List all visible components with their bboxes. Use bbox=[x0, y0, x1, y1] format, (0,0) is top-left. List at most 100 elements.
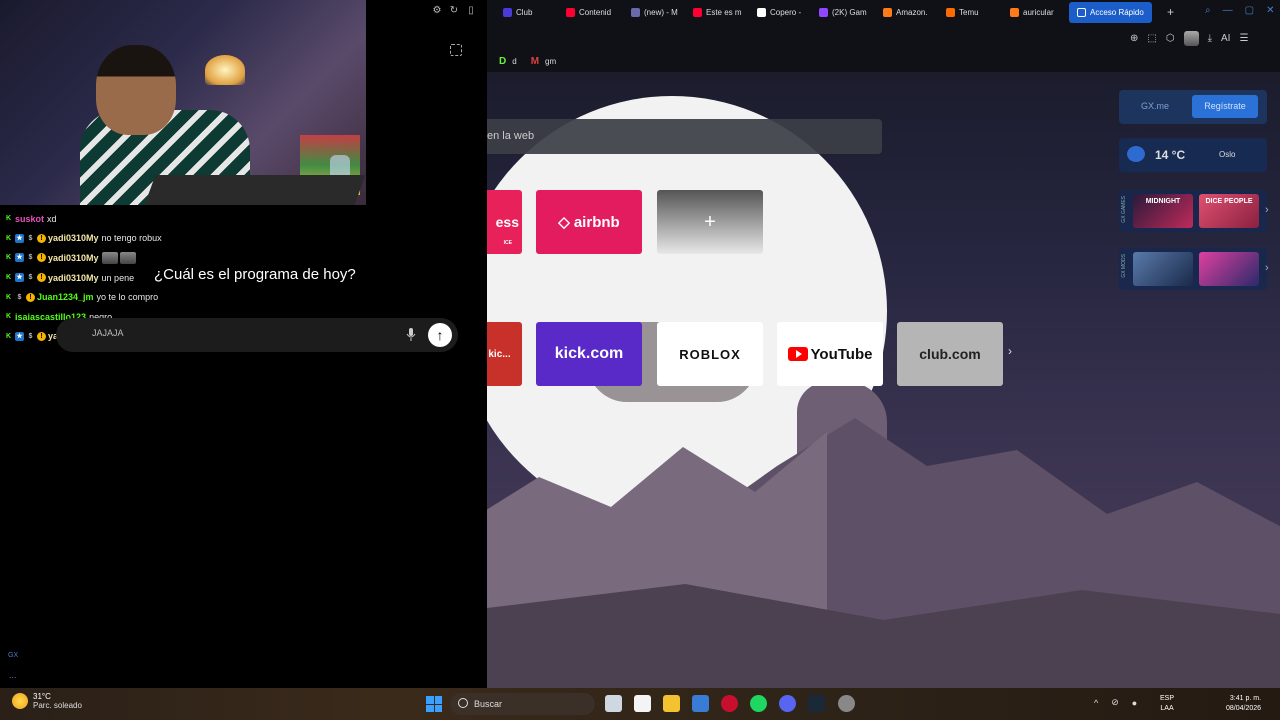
game-thumbnail[interactable]: MIDNIGHT bbox=[1133, 194, 1193, 228]
download-icon[interactable]: ⤓ bbox=[1208, 33, 1212, 44]
gx-logo[interactable]: GX bbox=[8, 652, 18, 659]
file-icon[interactable] bbox=[634, 695, 651, 712]
microphone-icon[interactable] bbox=[406, 328, 416, 342]
weather-city: Oslo bbox=[1219, 150, 1236, 159]
trash-icon[interactable]: ▯ bbox=[466, 6, 476, 16]
tab-favicon-icon bbox=[757, 8, 766, 17]
browser-tab[interactable]: Este es m bbox=[693, 2, 751, 23]
taskbar: 31°C Parc. soleado Buscar ^ ⊘ ● ESP LAA bbox=[0, 688, 1280, 720]
discord-icon[interactable] bbox=[779, 695, 796, 712]
refresh-icon[interactable]: ↻ bbox=[449, 6, 459, 16]
register-button[interactable]: Regístrate bbox=[1192, 95, 1258, 118]
chat-text: yo te lo compro bbox=[96, 292, 159, 303]
file-explorer-icon[interactable] bbox=[663, 695, 680, 712]
chevron-right-icon[interactable]: › bbox=[1265, 262, 1269, 274]
chat-username[interactable]: suskot bbox=[15, 214, 44, 224]
kick-badge-icon: K bbox=[5, 234, 12, 242]
youtube-play-icon bbox=[787, 347, 808, 361]
microphone-icon[interactable]: ● bbox=[1132, 698, 1137, 708]
minimize-icon[interactable]: — bbox=[1223, 5, 1233, 16]
browser-tab[interactable]: Contenid bbox=[566, 2, 624, 23]
browser-tab[interactable]: auricular bbox=[1010, 2, 1068, 23]
tile-kic[interactable]: kic... bbox=[487, 322, 522, 386]
add-tile-button[interactable]: + bbox=[657, 190, 763, 254]
browser-tab[interactable]: Club bbox=[503, 2, 561, 23]
store-icon[interactable] bbox=[692, 695, 709, 712]
mod-thumbnail[interactable] bbox=[1133, 252, 1193, 286]
network-off-icon[interactable]: ⊘ bbox=[1111, 697, 1119, 708]
spotify-icon[interactable] bbox=[750, 695, 767, 712]
assistant-bar[interactable]: JAJAJA ↑ bbox=[56, 318, 458, 352]
search-icon[interactable]: ⌕ bbox=[1205, 5, 1211, 16]
extensions-icon[interactable]: ⬡ bbox=[1166, 33, 1175, 44]
language-indicator[interactable]: ESP LAA bbox=[1160, 694, 1174, 714]
tile-express[interactable]: ess ICE bbox=[487, 190, 522, 254]
steam-icon[interactable] bbox=[808, 695, 825, 712]
tile-youtube[interactable]: YouTube bbox=[777, 322, 883, 386]
task-view-icon[interactable] bbox=[605, 695, 622, 712]
mod-thumbnail[interactable] bbox=[1199, 252, 1259, 286]
settings-icon[interactable]: ⚙ bbox=[432, 6, 442, 16]
tile-label: ess bbox=[495, 214, 519, 230]
zoom-icon[interactable]: ⊕ bbox=[1130, 33, 1138, 44]
profile-avatar[interactable] bbox=[1183, 31, 1199, 46]
browser-tab[interactable]: Temu bbox=[946, 2, 1004, 23]
tab-active[interactable]: Acceso Rápido bbox=[1069, 2, 1152, 23]
snapshot-icon[interactable]: ⬚ bbox=[1147, 33, 1156, 44]
taskbar-weather[interactable]: 31°C Parc. soleado bbox=[12, 692, 82, 710]
game-thumbnail[interactable]: DICE PEOPLE bbox=[1199, 194, 1259, 228]
send-button[interactable]: ↑ bbox=[428, 323, 452, 347]
chat-username[interactable]: yadi0310My bbox=[48, 273, 99, 283]
kick-badge-icon: K bbox=[5, 215, 12, 223]
browser-tab[interactable]: (new) - M bbox=[631, 2, 689, 23]
clock[interactable]: 3:41 p. m. 08/04/2026 bbox=[1226, 694, 1261, 714]
browser-tab[interactable]: Amazon. bbox=[883, 2, 941, 23]
start-button[interactable] bbox=[426, 696, 442, 712]
gx-games-widget[interactable]: GX GAMES MIDNIGHT DICE PEOPLE › bbox=[1119, 190, 1269, 232]
app-icon[interactable] bbox=[838, 695, 855, 712]
assistant-input[interactable]: JAJAJA bbox=[92, 328, 124, 338]
gx-me-link[interactable]: GX.me bbox=[1141, 101, 1169, 111]
live-caption: ¿Cuál es el programa de hoy? bbox=[154, 266, 356, 283]
excl-badge-icon: ! bbox=[37, 253, 46, 263]
taskbar-search[interactable]: Buscar bbox=[450, 693, 595, 715]
browser-tab[interactable]: Copero - bbox=[757, 2, 815, 23]
tab-label: Este es m bbox=[706, 8, 742, 17]
tab-label: Contenid bbox=[579, 8, 612, 17]
bookmark-item[interactable]: Dd bbox=[499, 56, 517, 67]
opera-gx-icon[interactable] bbox=[721, 695, 738, 712]
close-icon[interactable]: ✕ bbox=[1266, 5, 1274, 16]
menu-icon[interactable]: ☰ bbox=[1239, 33, 1248, 44]
chevron-right-icon[interactable]: › bbox=[1265, 204, 1269, 216]
kick-badge-icon: K bbox=[5, 313, 12, 321]
capture-icon[interactable] bbox=[450, 44, 462, 56]
ai-button[interactable]: AI bbox=[1221, 33, 1230, 44]
gx-games-label: GX GAMES bbox=[1121, 196, 1127, 223]
emote-icon bbox=[119, 251, 136, 264]
chat-username[interactable]: yadi0310My bbox=[48, 253, 99, 263]
sub-badge-icon: $ bbox=[28, 234, 33, 242]
chevron-up-icon[interactable]: ^ bbox=[1094, 698, 1098, 708]
tile-kick[interactable]: kick.com bbox=[536, 322, 642, 386]
chat-username[interactable]: Juan1234_jm bbox=[37, 292, 94, 302]
chevron-right-icon[interactable]: › bbox=[1008, 344, 1012, 358]
weather-temp: 14 °C bbox=[1155, 148, 1186, 162]
tile-airbnb[interactable]: ◇ airbnb bbox=[536, 190, 642, 254]
weather-widget[interactable]: 14 °C Oslo bbox=[1119, 138, 1267, 172]
bookmark-item[interactable]: Mgm bbox=[531, 56, 556, 67]
web-search-box[interactable]: en la web bbox=[487, 119, 882, 154]
tab-favicon-icon bbox=[1010, 8, 1019, 17]
gx-mods-widget[interactable]: GX MODS › bbox=[1119, 248, 1269, 290]
browser-tab[interactable]: (2K) Gam bbox=[819, 2, 877, 23]
kick-badge-icon: K bbox=[5, 293, 12, 301]
maximize-icon[interactable]: ▢ bbox=[1245, 5, 1254, 16]
browser-toolbar: ⊕ ⬚ ⬡ ⤓ AI ☰ bbox=[487, 25, 1280, 50]
tile-club[interactable]: club.com bbox=[897, 322, 1003, 386]
tile-roblox[interactable]: ROBLOX bbox=[657, 322, 763, 386]
new-tab-button[interactable]: + bbox=[1167, 5, 1174, 19]
system-tray: ^ ⊘ ● bbox=[1094, 697, 1137, 708]
star-badge-icon: ★ bbox=[15, 331, 24, 341]
chat-username[interactable]: yadi0310My bbox=[48, 233, 99, 243]
webcam-feed bbox=[0, 0, 366, 205]
more-icon[interactable]: ... bbox=[9, 670, 17, 680]
